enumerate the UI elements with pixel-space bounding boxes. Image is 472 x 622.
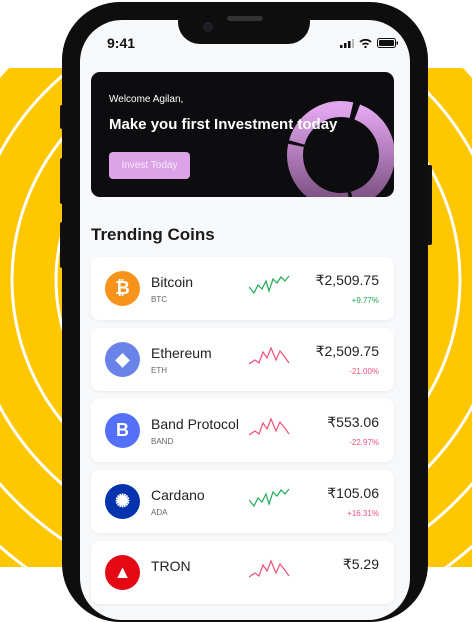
coin-card-btc[interactable]: ₿ Bitcoin BTC ₹2,509.75 +9.77% [91, 257, 394, 320]
sparkline-chart [249, 488, 290, 508]
sparkline-chart [249, 417, 290, 436]
coin-symbol: BAND [151, 437, 174, 446]
signal-icon [340, 38, 354, 48]
coin-symbol: BTC [151, 295, 167, 304]
band-protocol-icon: B [105, 413, 140, 448]
coin-name: Band Protocol [151, 416, 239, 432]
coin-card-ada[interactable]: ✺ Cardano ADA ₹105.06 +16.31% [91, 470, 394, 533]
coin-price: ₹105.06 [327, 485, 379, 501]
section-title: Trending Coins [91, 225, 215, 244]
coin-price: ₹5.29 [342, 556, 379, 572]
brush-circle-decoration [287, 101, 394, 197]
welcome-text: Welcome Agilan, [109, 94, 184, 105]
cardano-icon: ✺ [105, 484, 140, 519]
bitcoin-icon: ₿ [105, 271, 140, 306]
coin-name: Bitcoin [151, 274, 194, 290]
coin-symbol: ETH [151, 366, 167, 375]
coin-change: +9.77% [351, 296, 379, 305]
tron-icon: ▲ [105, 555, 140, 590]
ethereum-icon: ◆ [105, 342, 140, 377]
coin-change: -21.00% [349, 367, 379, 376]
coin-name: TRON [151, 558, 191, 574]
coin-change: +16.31% [347, 509, 379, 518]
investment-banner: Welcome Agilan, Make you first Investmen… [91, 72, 394, 197]
status-icons [340, 38, 398, 48]
phone-speaker [227, 16, 263, 21]
coin-name: Cardano [151, 487, 205, 503]
coin-price: ₹2,509.75 [315, 272, 379, 288]
sparkline-chart [249, 275, 290, 295]
coin-card-band[interactable]: B Band Protocol BAND ₹553.06 -22.97% [91, 399, 394, 462]
phone-notch [178, 2, 310, 44]
sparkline-chart [249, 346, 290, 365]
coin-card-eth[interactable]: ◆ Ethereum ETH ₹2,509.75 -21.00% [91, 328, 394, 391]
coin-name: Ethereum [151, 345, 212, 361]
battery-icon [377, 38, 398, 48]
status-time: 9:41 [107, 35, 136, 51]
coin-symbol: ADA [151, 508, 168, 517]
banner-headline: Make you first Investment today [109, 116, 338, 133]
coin-change: -22.97% [349, 438, 379, 447]
coin-price: ₹553.06 [327, 414, 379, 430]
phone-screen: 9:41 Welcome Agilan, Make you first Inve… [80, 20, 410, 620]
sparkline-chart [249, 559, 290, 578]
wifi-icon [359, 38, 372, 48]
coin-card-tron[interactable]: ▲ TRON ₹5.29 [91, 541, 394, 604]
coin-price: ₹2,509.75 [315, 343, 379, 359]
invest-today-button[interactable]: Invest Today [109, 152, 190, 179]
phone-camera [203, 22, 213, 32]
